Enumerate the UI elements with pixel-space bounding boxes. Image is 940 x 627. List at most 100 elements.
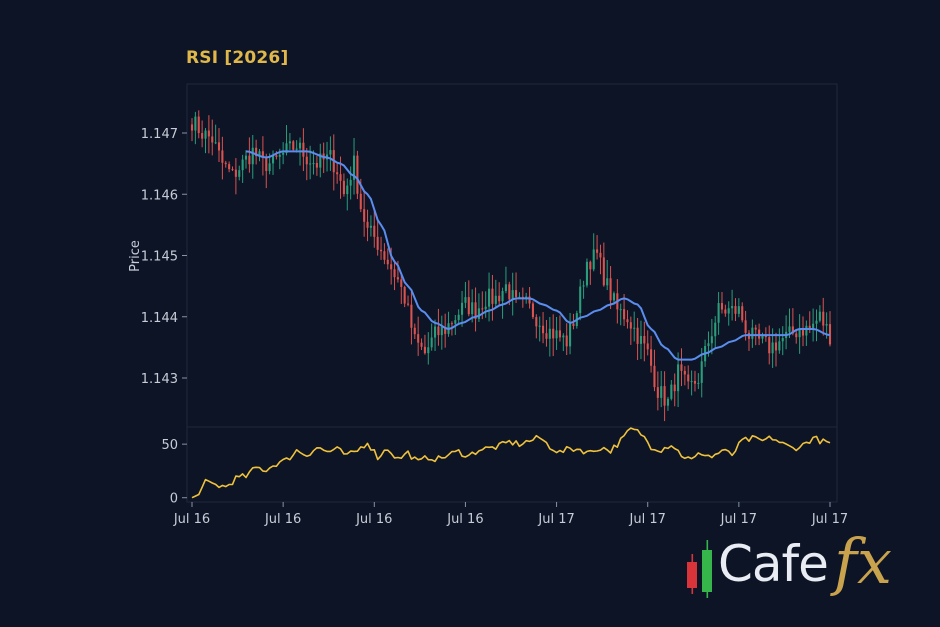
candle-body xyxy=(217,142,221,151)
candle-body xyxy=(511,290,514,300)
candle-body xyxy=(629,322,632,329)
candle-body xyxy=(238,170,241,177)
candle-body xyxy=(434,326,437,338)
x-tick-label: Jul 17 xyxy=(537,512,574,527)
candle-body xyxy=(731,306,734,309)
candle-body xyxy=(292,141,295,150)
candle-body xyxy=(545,333,548,339)
candle-body xyxy=(535,317,538,327)
candle-body xyxy=(744,320,747,333)
candle-body xyxy=(761,335,764,339)
candle-body xyxy=(498,295,501,302)
candle-body xyxy=(491,288,494,304)
candle-body xyxy=(383,251,386,260)
candle-body xyxy=(552,328,555,339)
candle-body xyxy=(417,334,420,343)
candle-body xyxy=(734,306,737,314)
candle-body xyxy=(278,154,281,157)
candle-body xyxy=(582,285,585,287)
candle-body xyxy=(430,337,433,348)
candle-body xyxy=(798,330,801,338)
candle-body xyxy=(599,252,602,258)
candle-body xyxy=(413,327,416,335)
candle-body xyxy=(643,335,646,344)
price-y-tick-label: 1.145 xyxy=(141,250,178,265)
candle-body xyxy=(403,286,406,304)
candle-body xyxy=(673,384,676,392)
candle-body xyxy=(707,343,710,347)
candle-body xyxy=(309,163,312,165)
candle-body xyxy=(815,320,818,324)
candle-body xyxy=(204,130,207,139)
candle-body xyxy=(656,387,659,398)
candle-body xyxy=(558,330,561,338)
candle-body xyxy=(339,174,342,181)
candle-body xyxy=(379,249,383,252)
candle-body xyxy=(646,343,649,350)
candle-body xyxy=(504,284,507,292)
candle-body xyxy=(700,361,703,383)
candle-body xyxy=(548,328,551,339)
candle-body xyxy=(754,327,757,330)
candle-body xyxy=(693,380,697,384)
logo-red-candle xyxy=(687,562,697,588)
candle-body xyxy=(488,288,491,307)
candle-body xyxy=(461,302,464,315)
candle-body xyxy=(295,148,298,150)
logo-cafe-text: Cafe xyxy=(718,535,829,593)
candle-body xyxy=(477,308,480,319)
candle-body xyxy=(251,147,254,165)
price-axis-label: Price xyxy=(128,240,143,272)
candle-body xyxy=(305,156,308,165)
x-tick-label: Jul 17 xyxy=(720,512,757,527)
candle-body xyxy=(231,169,234,171)
candle-body xyxy=(626,319,629,323)
candle-body xyxy=(484,306,487,310)
candle-body xyxy=(579,286,582,314)
candle-body xyxy=(265,157,268,172)
candle-body xyxy=(298,142,302,149)
candle-body xyxy=(248,155,251,165)
candle-body xyxy=(602,257,605,286)
candle-body xyxy=(515,290,518,297)
candle-body xyxy=(501,291,504,302)
candle-body xyxy=(758,329,761,339)
rsi-panel-frame xyxy=(186,426,838,503)
candle-body xyxy=(494,295,497,304)
candle-body xyxy=(406,303,410,305)
candle-body xyxy=(190,124,194,131)
candle-body xyxy=(572,323,575,327)
rsi-line xyxy=(191,427,831,499)
candle-body xyxy=(771,342,774,354)
chart-stage: RSI [2026] 1.143 1.144 1.145 1.146 1.147 0 50… xyxy=(0,0,940,627)
price-y-tick-label: 1.147 xyxy=(141,127,178,142)
candle-body xyxy=(812,323,815,329)
candle-body xyxy=(454,320,457,324)
candle-body xyxy=(690,380,693,382)
candle-body xyxy=(778,341,781,351)
price-y-tick-label: 1.143 xyxy=(141,372,178,387)
candle-body xyxy=(315,162,318,168)
candle-body xyxy=(207,130,210,137)
candle-body xyxy=(687,374,690,382)
candle-body xyxy=(565,335,568,347)
candle-body xyxy=(589,261,592,270)
candle-body xyxy=(585,261,588,286)
candle-body xyxy=(619,309,622,311)
candle-body xyxy=(710,336,713,344)
price-y-tick-label: 1.146 xyxy=(141,188,178,203)
candle-body xyxy=(606,278,609,286)
candle-body xyxy=(751,327,754,339)
x-tick-label: Jul 17 xyxy=(629,512,666,527)
candle-body xyxy=(612,293,616,301)
candle-body xyxy=(457,314,460,321)
candle-body xyxy=(727,308,730,314)
candle-body xyxy=(268,163,271,172)
candle-body xyxy=(356,155,359,194)
candle-body xyxy=(639,335,643,344)
candle-body xyxy=(795,333,798,338)
candle-body xyxy=(373,225,376,237)
candle-body xyxy=(244,155,248,160)
candle-body xyxy=(427,347,430,354)
candle-body xyxy=(197,116,200,134)
